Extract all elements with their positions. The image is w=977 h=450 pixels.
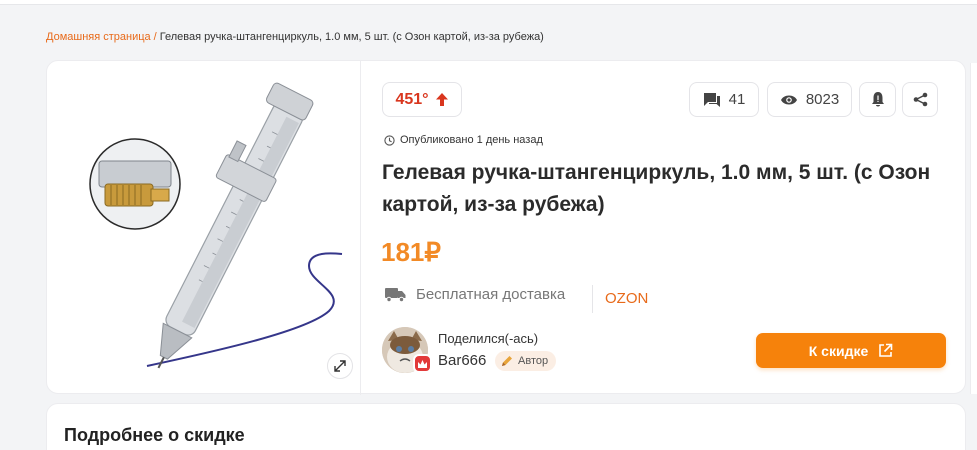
published-text: Опубликовано 1 день назад [400,134,543,146]
breadcrumb-separator: / [153,31,157,43]
breadcrumb-current: Гелевая ручка-штангенциркуль, 1.0 мм, 5 … [159,31,544,43]
deal-details-card: Подробнее о скидке [46,403,966,450]
eye-icon [780,95,797,104]
share-button[interactable] [902,82,938,117]
breadcrumb: Домашняя страница / Гелевая ручка-штангенц… [46,31,544,43]
bell-icon [871,92,884,107]
deal-title: Гелевая ручка-штангенциркуль, 1.0 мм, 5 … [382,161,931,216]
divider [592,285,593,313]
details-heading: Подробнее о скидке [64,425,245,445]
shared-by-label: Поделился(-ась) [438,331,539,346]
arrow-up-icon [435,93,448,106]
caliper-pen-illustration [89,82,343,369]
temperature-value: 451° [395,90,429,108]
temperature-vote-badge[interactable]: 451° [382,82,462,117]
clock-icon [384,134,395,146]
truck-icon [385,288,406,302]
share-icon [913,92,927,107]
go-to-deal-label: К скидке [808,342,869,359]
published-time: Опубликовано 1 день назад [384,134,543,146]
views-count: 8023 [805,91,840,108]
external-link-icon [879,343,893,357]
comments-count: 41 [728,91,746,108]
breadcrumb-home-link[interactable]: Домашняя страница [46,31,151,43]
comments-button[interactable]: 41 [689,82,759,117]
views-counter: 8023 [767,82,852,117]
next-card-edge [970,63,977,394]
deal-price: 181₽ [381,237,441,267]
comment-icon [703,92,720,107]
pencil-icon [502,356,512,366]
go-to-deal-button[interactable]: К скидке [756,333,946,368]
user-level-badge [413,354,432,373]
expand-image-button[interactable] [327,353,353,379]
subscribe-bell-button[interactable] [859,82,896,117]
product-image[interactable] [47,61,361,395]
author-tag: Автор [495,351,557,371]
delivery-info: Бесплатная доставка [384,286,565,303]
author-username[interactable]: Bar666 [438,352,486,369]
store-link[interactable]: OZON [605,290,648,307]
author-tag-label: Автор [518,355,549,367]
top-navigation-bar [0,0,977,5]
crown-icon [418,359,427,368]
expand-icon [334,360,346,372]
deal-card: 451° 41 8023 Опубликовано 1 день назад Г… [46,60,966,395]
delivery-text: Бесплатная доставка [416,286,566,303]
